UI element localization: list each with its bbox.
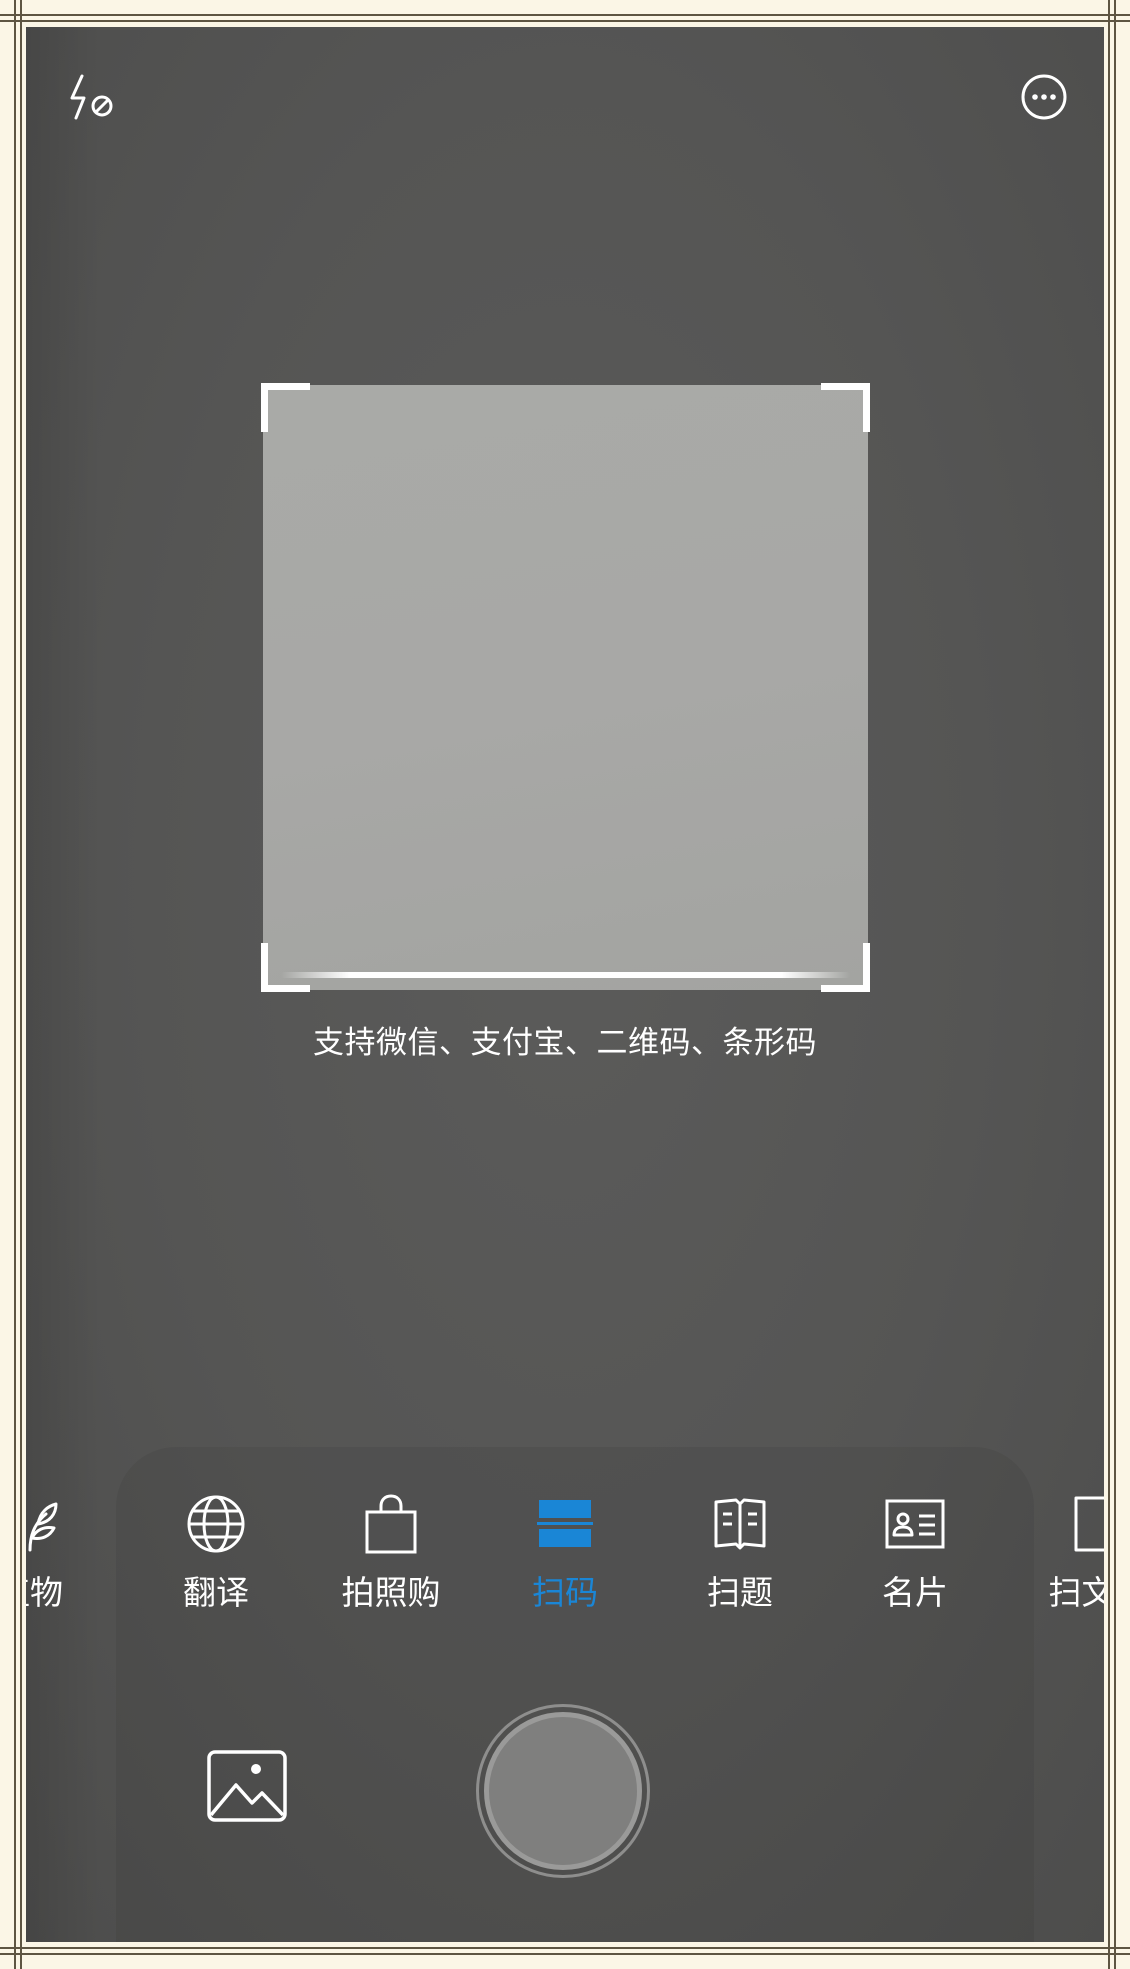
document-icon: [1074, 1496, 1104, 1552]
mode-scan-code[interactable]: 扫码: [495, 1489, 635, 1613]
shopping-bag-icon: [365, 1494, 417, 1554]
mode-shopping[interactable]: 拍照购: [321, 1489, 461, 1613]
mode-translate[interactable]: 翻译: [146, 1489, 286, 1613]
more-options-button[interactable]: [1012, 65, 1076, 129]
mode-business-card[interactable]: 名片: [845, 1489, 985, 1613]
mode-label: 扫题: [707, 1573, 773, 1612]
globe-icon: [187, 1495, 245, 1553]
flash-off-icon: [70, 74, 113, 120]
mode-label: 扫文件: [1048, 1573, 1105, 1612]
mode-selector: 植物 翻译 拍照购: [26, 1489, 1104, 1629]
scan-hint-text: 支持微信、支付宝、二维码、条形码: [313, 1025, 817, 1061]
gallery-button[interactable]: [206, 1749, 288, 1823]
mode-label: 植物: [26, 1573, 63, 1612]
mode-label: 拍照购: [341, 1573, 441, 1612]
scan-code-icon: [537, 1500, 593, 1547]
shutter-button[interactable]: [476, 1704, 650, 1878]
scan-frame: [261, 383, 870, 992]
mode-plant[interactable]: 植物: [26, 1489, 100, 1613]
mode-scan-question[interactable]: 扫题: [670, 1489, 810, 1613]
scan-line: [281, 972, 850, 978]
shutter-button-inner: [484, 1712, 642, 1870]
mode-label: 名片: [882, 1573, 948, 1612]
scan-corner-bottom-left: [261, 943, 310, 992]
mode-label: 翻译: [183, 1573, 249, 1612]
camera-screen: 支持微信、支付宝、二维码、条形码 植物: [26, 27, 1104, 1942]
scan-corner-top-right: [821, 383, 870, 432]
more-options-icon: [1021, 74, 1067, 120]
plant-icon: [28, 1502, 58, 1552]
gallery-icon: [207, 1750, 287, 1822]
business-card-icon: [885, 1499, 945, 1549]
mode-scan-document[interactable]: 扫文件: [1028, 1489, 1104, 1613]
flash-toggle-button[interactable]: [62, 65, 126, 129]
scan-corner-bottom-right: [821, 943, 870, 992]
scan-corner-top-left: [261, 383, 310, 432]
mode-label: 扫码: [532, 1573, 598, 1612]
open-book-icon: [714, 1498, 766, 1550]
